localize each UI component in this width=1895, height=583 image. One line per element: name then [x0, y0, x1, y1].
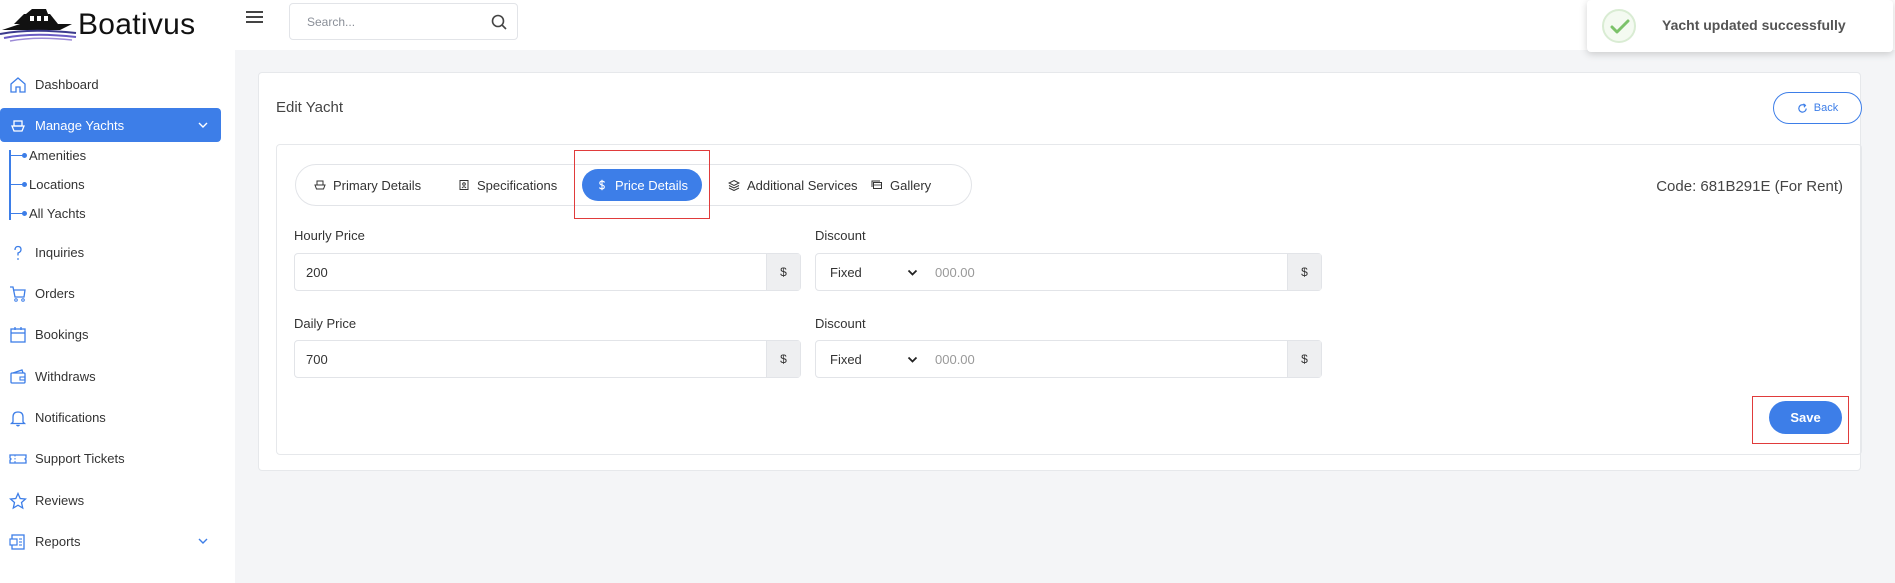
bell-icon: [9, 411, 27, 427]
sidebar-item-bookings[interactable]: Bookings: [0, 317, 221, 351]
sidebar-item-label: Reports: [35, 533, 81, 549]
back-button[interactable]: Back: [1773, 92, 1862, 124]
sidebar-item-notifications[interactable]: Notifications: [0, 400, 221, 434]
sidebar-item-label: Bookings: [35, 326, 89, 342]
sidebar-item-label: Manage Yachts: [35, 117, 125, 133]
form-panel: Primary Details Specifications Price Det…: [276, 144, 1862, 455]
brand-logo[interactable]: Boativus: [0, 2, 195, 44]
daily-discount-type-select[interactable]: Fixed: [816, 341, 924, 377]
hourly-discount-group: Fixed $: [815, 253, 1322, 291]
submenu-item-label: Locations: [29, 176, 85, 192]
chevron-down-icon: [907, 356, 918, 363]
sidebar-item-label: Support Tickets: [35, 450, 125, 466]
refresh-icon: [1798, 102, 1807, 113]
daily-price-group: $: [294, 340, 801, 378]
menu-toggle-icon[interactable]: [246, 8, 266, 28]
sidebar-item-dashboard[interactable]: Dashboard: [0, 67, 221, 101]
wallet-icon: [10, 369, 26, 384]
spec-icon: [459, 180, 469, 190]
home-icon: [10, 77, 26, 93]
report-icon: [9, 534, 25, 550]
sidebar-item-manage-yachts[interactable]: Manage Yachts: [0, 108, 221, 142]
daily-discount-input[interactable]: [924, 341, 1287, 377]
currency-addon: $: [1287, 341, 1321, 377]
success-check-icon: [1602, 9, 1636, 43]
daily-discount-group: Fixed $: [815, 340, 1322, 378]
submenu-item-label: All Yachts: [29, 205, 86, 221]
hourly-price-input[interactable]: [295, 254, 766, 290]
sidebar-item-orders[interactable]: Orders: [0, 276, 221, 310]
tab-label: Primary Details: [333, 177, 422, 193]
yacht-icon: [11, 120, 25, 132]
question-icon: [14, 245, 22, 260]
layers-icon: [728, 179, 740, 191]
hourly-discount-input[interactable]: [924, 254, 1287, 290]
daily-price-input[interactable]: [295, 341, 766, 377]
yacht-logo-icon: [0, 9, 77, 42]
currency-addon: $: [766, 341, 800, 377]
currency-addon: $: [766, 254, 800, 290]
sidebar-item-label: Inquiries: [35, 244, 85, 260]
chevron-down-icon: [198, 538, 208, 544]
hourly-price-group: $: [294, 253, 801, 291]
sidebar-item-label: Notifications: [35, 409, 106, 425]
save-highlight-box: [1752, 396, 1849, 444]
tab-label: Additional Services: [747, 177, 858, 193]
tab-label: Gallery: [890, 177, 932, 193]
search-icon[interactable]: [491, 14, 507, 30]
daily-discount-label: Discount: [815, 316, 866, 331]
submenu-item-all-yachts[interactable]: All Yachts: [9, 203, 86, 223]
tab-additional-services[interactable]: Additional Services: [714, 169, 872, 201]
search-input[interactable]: [307, 13, 477, 31]
currency-addon: $: [1287, 254, 1321, 290]
success-toast[interactable]: Yacht updated successfully: [1587, 0, 1893, 52]
gallery-icon: [871, 180, 882, 189]
sidebar-item-withdraws[interactable]: Withdraws: [0, 359, 221, 393]
sidebar-item-inquiries[interactable]: Inquiries: [0, 235, 221, 269]
sidebar-item-reports[interactable]: Reports: [0, 524, 221, 558]
hourly-discount-label: Discount: [815, 228, 866, 243]
discount-type-value: Fixed: [830, 351, 862, 367]
star-icon: [9, 492, 27, 510]
yacht-code: Code: 681B291E (For Rent): [1656, 178, 1843, 195]
submenu-item-label: Amenities: [29, 147, 87, 163]
sidebar-item-label: Reviews: [35, 492, 85, 508]
submenu-item-amenities[interactable]: Amenities: [9, 145, 86, 165]
calendar-icon: [10, 327, 26, 343]
tab-primary-details[interactable]: Primary Details: [300, 169, 435, 201]
search-box: [289, 3, 518, 40]
submenu-item-locations[interactable]: Locations: [9, 174, 85, 194]
toast-message: Yacht updated successfully: [1662, 17, 1846, 33]
sidebar-item-support-tickets[interactable]: Support Tickets: [0, 441, 221, 475]
tab-specifications[interactable]: Specifications: [444, 169, 571, 201]
tab-highlight-box: [574, 150, 710, 219]
tab-gallery[interactable]: Gallery: [857, 169, 945, 201]
chevron-down-icon: [907, 269, 918, 276]
chevron-down-icon: [198, 122, 208, 128]
ticket-icon: [9, 454, 27, 464]
sidebar-item-reviews[interactable]: Reviews: [0, 483, 221, 517]
hourly-discount-type-select[interactable]: Fixed: [816, 254, 924, 290]
boat-icon: [314, 180, 326, 190]
back-button-label: Back: [1813, 102, 1839, 114]
tab-label: Specifications: [477, 177, 558, 193]
sidebar-item-label: Dashboard: [35, 76, 99, 92]
brand-name: Boativus: [78, 8, 196, 41]
discount-type-value: Fixed: [830, 264, 862, 280]
sidebar-item-label: Withdraws: [35, 368, 96, 384]
page-title: Edit Yacht: [276, 99, 343, 116]
daily-price-label: Daily Price: [294, 316, 357, 331]
cart-icon: [10, 286, 26, 302]
hourly-price-label: Hourly Price: [294, 228, 365, 243]
sidebar-item-label: Orders: [35, 285, 75, 301]
